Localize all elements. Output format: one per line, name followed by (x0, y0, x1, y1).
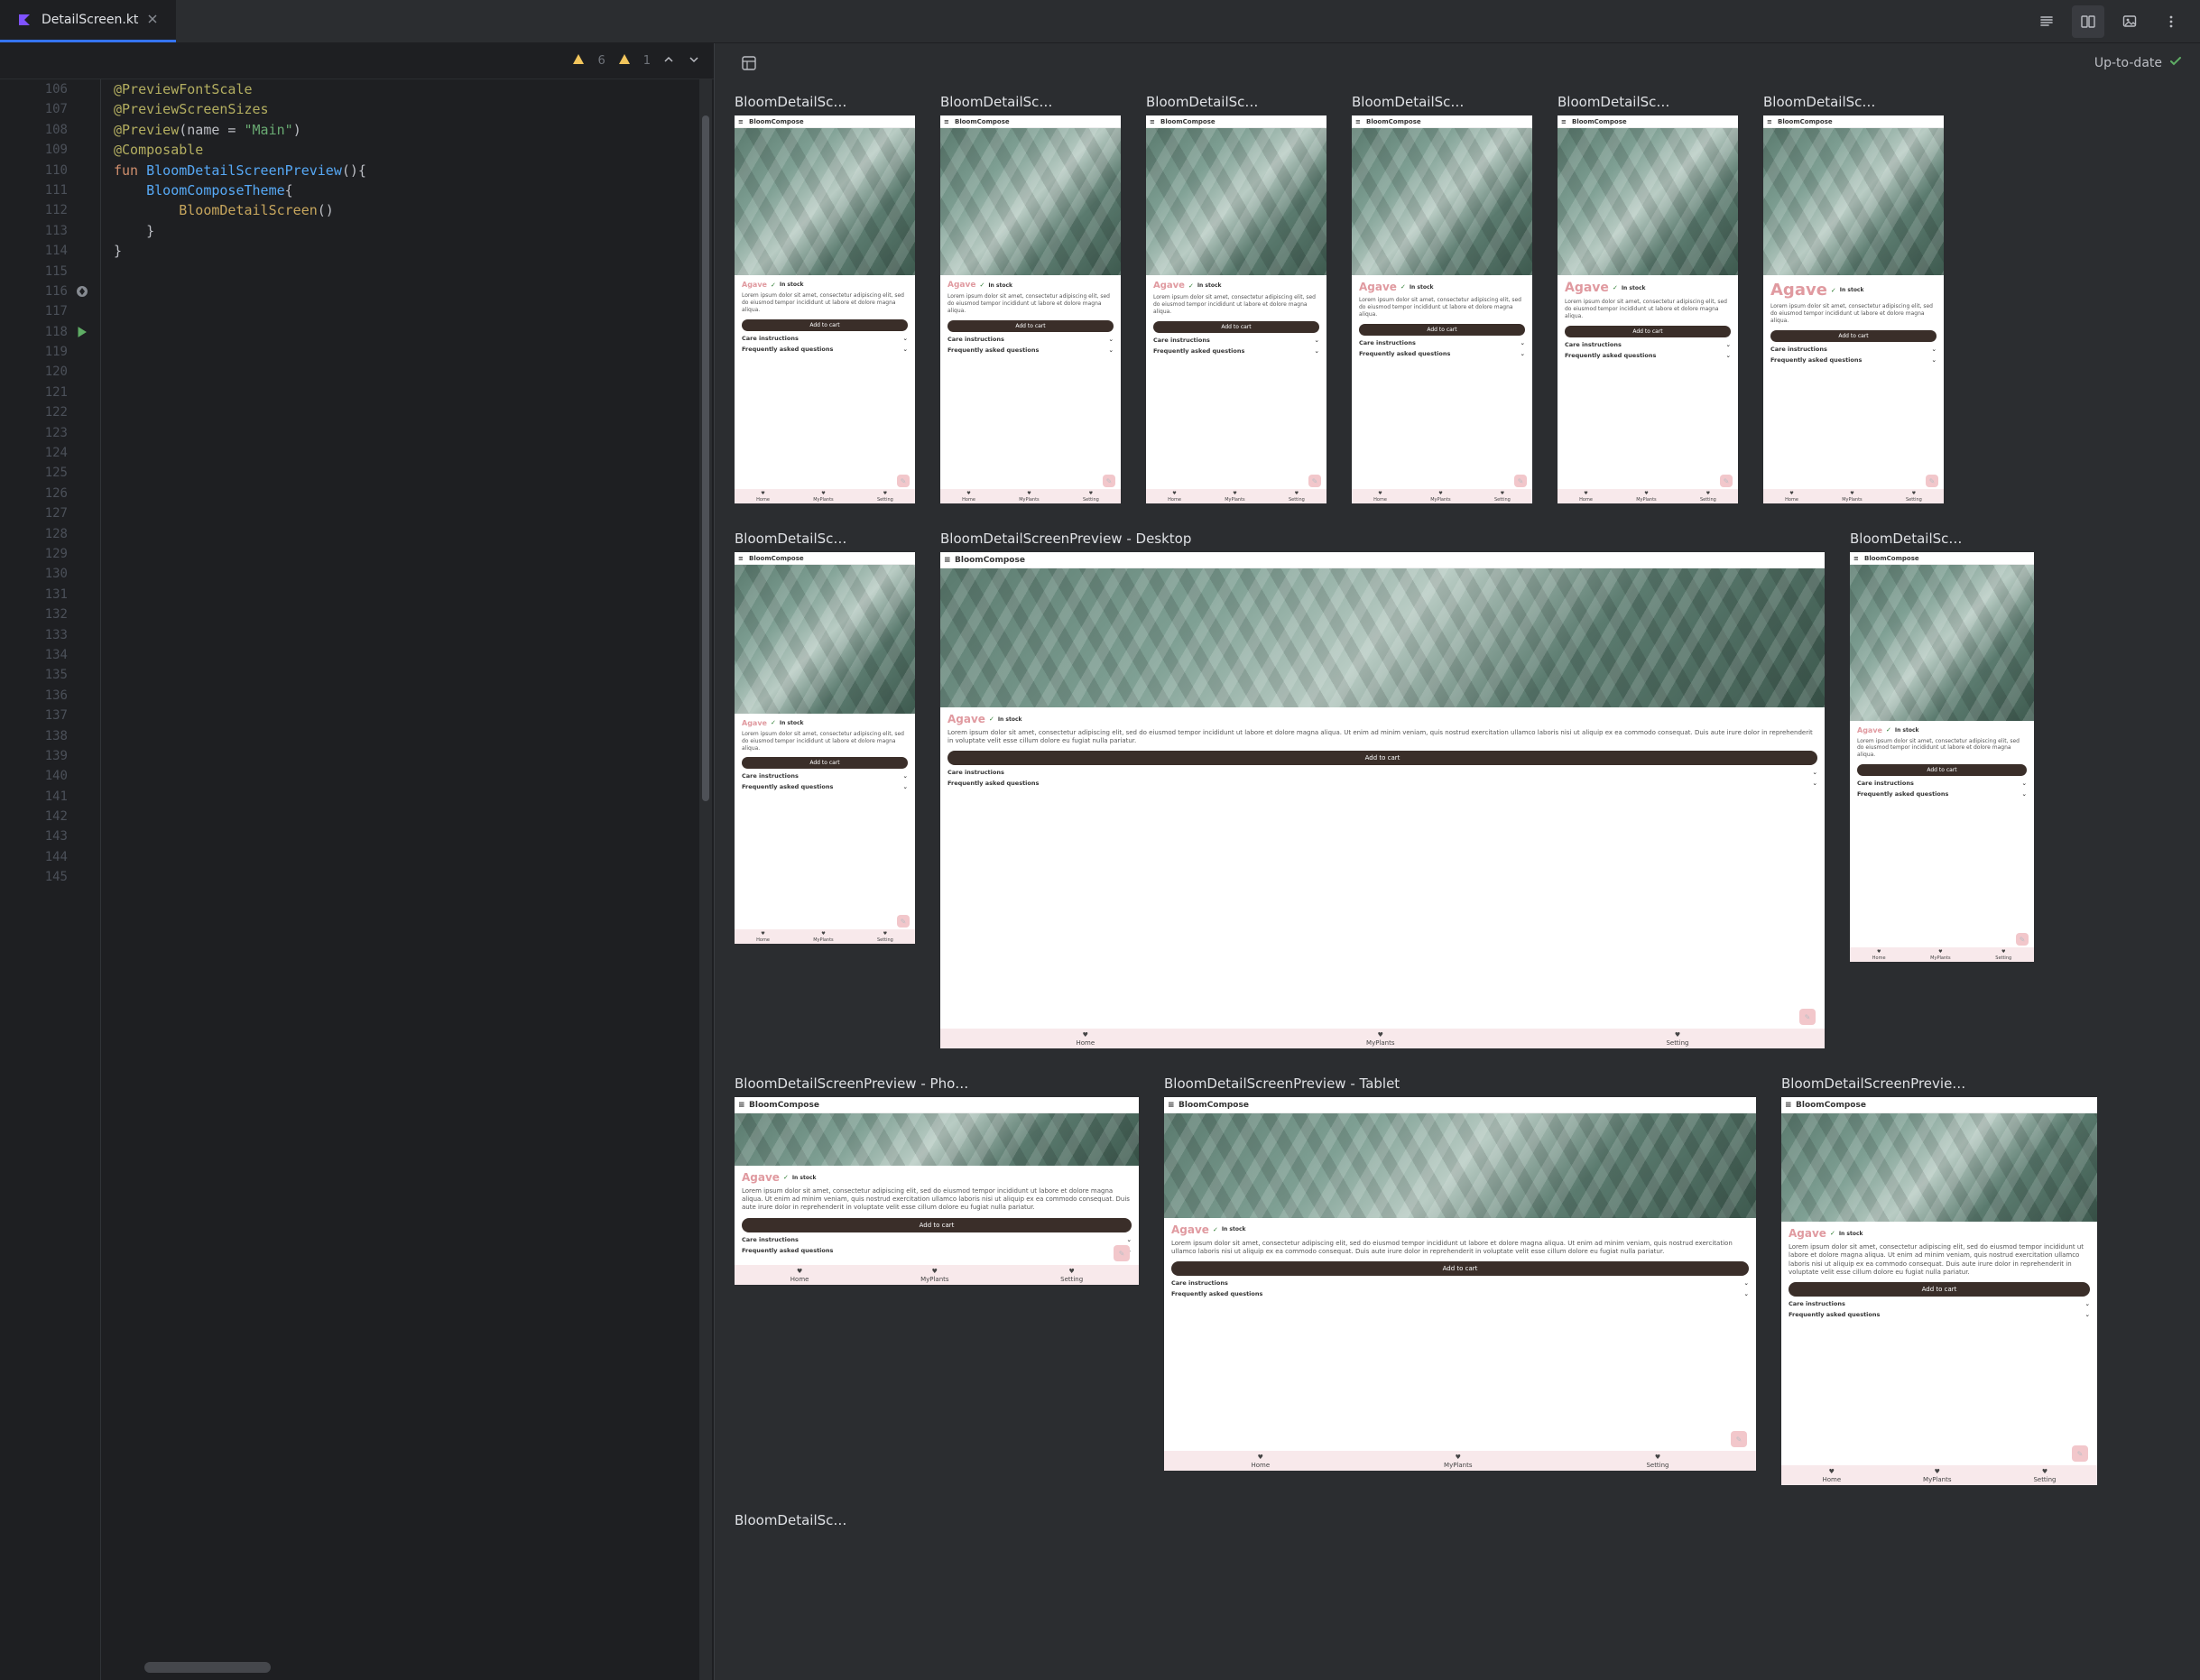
preview-item[interactable]: BloomDetailSc… ≡BloomCompose Agave✓In st… (1146, 94, 1326, 503)
preview-label: BloomDetailSc… (1352, 94, 1532, 110)
code-editor-panel: 6 1 106107108109110111112113114115116117… (0, 43, 715, 1680)
split-view-icon[interactable] (2072, 5, 2104, 38)
preview-item[interactable]: BloomDetailSc… ≡BloomCompose Agave✓In st… (735, 94, 915, 503)
preview-status-label: Up-to-date (2094, 56, 2162, 70)
warning-count-2: 1 (643, 54, 651, 68)
design-view-icon[interactable] (2113, 5, 2146, 38)
warning-icon (572, 53, 585, 69)
horizontal-scrollbar[interactable] (144, 1662, 271, 1673)
preview-label: BloomDetailSc… (735, 1512, 846, 1528)
scrollbar-thumb[interactable] (702, 115, 709, 801)
prev-highlight-icon[interactable] (663, 54, 676, 69)
preview-item[interactable]: BloomDetailScreenPreview - Tablet ≡Bloom… (1164, 1075, 1756, 1471)
run-gutter-icon[interactable] (76, 322, 88, 342)
warning-icon (618, 53, 631, 69)
preview-label: BloomDetailSc… (735, 531, 915, 547)
file-tab-label: DetailScreen.kt (42, 13, 138, 27)
preview-item[interactable]: BloomDetailSc… ≡BloomCompose Agave✓In st… (1558, 94, 1738, 503)
compose-preview-panel: Up-to-date BloomDetailSc… ≡BloomCompose … (715, 43, 2200, 1680)
preview-label: BloomDetailScreenPreview - Desktop (940, 531, 1825, 547)
preview-label: BloomDetailSc… (1558, 94, 1738, 110)
preview-item[interactable]: BloomDetailSc… ≡BloomCompose Agave✓In st… (1352, 94, 1532, 503)
editor-tab-bar: DetailScreen.kt (0, 0, 2200, 43)
preview-label: BloomDetailSc… (735, 94, 915, 110)
preview-label: BloomDetailScreenPreview - Pho… (735, 1075, 1139, 1092)
preview-item[interactable]: BloomDetailSc… (735, 1512, 846, 1528)
gutter-settings-icon[interactable] (76, 282, 88, 301)
more-icon[interactable] (2155, 5, 2187, 38)
preview-item[interactable]: BloomDetailScreenPrevie… ≡BloomCompose A… (1781, 1075, 2097, 1485)
inspection-bar[interactable]: 6 1 (0, 43, 714, 79)
code-body[interactable]: @PreviewFontScale@PreviewScreenSizes@Pre… (101, 79, 714, 1680)
preview-item[interactable]: BloomDetailSc… ≡BloomCompose Agave✓In st… (735, 531, 915, 944)
preview-toolbar: Up-to-date (715, 43, 2200, 83)
preview-label: BloomDetailSc… (1763, 94, 1944, 110)
warning-count-1: 6 (597, 54, 605, 68)
kotlin-file-icon (16, 12, 32, 28)
preview-label: BloomDetailSc… (1850, 531, 2034, 547)
code-only-view-icon[interactable] (2030, 5, 2063, 38)
preview-label: BloomDetailSc… (940, 94, 1121, 110)
preview-label: BloomDetailScreenPreview - Tablet (1164, 1075, 1756, 1092)
next-highlight-icon[interactable] (689, 54, 701, 69)
check-icon (2169, 55, 2182, 71)
preview-item[interactable]: BloomDetailSc… ≡BloomCompose Agave✓In st… (1850, 531, 2034, 962)
code-area[interactable]: 1061071081091101111121131141151161171181… (0, 79, 714, 1680)
preview-canvas[interactable]: BloomDetailSc… ≡BloomCompose Agave✓In st… (715, 83, 2200, 1680)
preview-item[interactable]: BloomDetailScreenPreview - Desktop ≡Bloo… (940, 531, 1825, 1048)
preview-layout-icon[interactable] (733, 47, 765, 79)
preview-label: BloomDetailSc… (1146, 94, 1326, 110)
preview-item[interactable]: BloomDetailSc… ≡BloomCompose Agave✓In st… (940, 94, 1121, 503)
preview-item[interactable]: BloomDetailSc… ≡BloomCompose Agave✓In st… (1763, 94, 1944, 503)
editor-scrollbar[interactable] (699, 79, 712, 1680)
close-icon[interactable] (147, 14, 160, 26)
preview-item[interactable]: BloomDetailScreenPreview - Pho… ≡BloomCo… (735, 1075, 1139, 1285)
preview-label: BloomDetailScreenPrevie… (1781, 1075, 2097, 1092)
file-tab-detailscreen[interactable]: DetailScreen.kt (0, 0, 176, 42)
